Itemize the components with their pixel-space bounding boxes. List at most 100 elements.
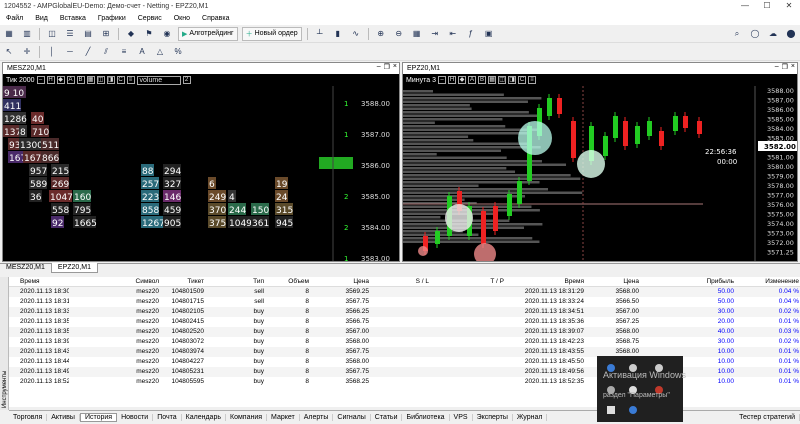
tab-alerts[interactable]: Алерты [300, 414, 334, 421]
ctrl-box[interactable]: H [46, 76, 55, 84]
profiles-icon[interactable]: ▥ [20, 28, 34, 40]
tab-mail[interactable]: Почта [153, 414, 182, 421]
tab-assets[interactable]: Активы [47, 414, 80, 421]
bar-chart-icon[interactable]: ┴ [313, 28, 327, 40]
ctrl-box[interactable]: ◆ [56, 76, 65, 84]
col-close-time[interactable]: Время [504, 277, 584, 286]
data-window-icon[interactable]: ▤ [81, 28, 95, 40]
ctrl-box[interactable]: ◨ [508, 76, 517, 84]
close-icon[interactable]: × [393, 63, 397, 71]
ctrl-box[interactable]: ≡ [126, 76, 135, 84]
zoom-in-icon[interactable]: ⊕ [374, 28, 388, 40]
strategy-tester-icon[interactable]: ⊞ [99, 28, 113, 40]
channel-icon[interactable]: ⫽ [99, 46, 113, 58]
close-icon[interactable]: × [791, 63, 795, 71]
tab-experts[interactable]: Эксперты [473, 414, 513, 421]
trendline-icon[interactable]: ╱ [81, 46, 95, 58]
col-price[interactable]: Цена [309, 277, 369, 286]
fibo-icon[interactable]: ≡ [117, 46, 131, 58]
tab-vps[interactable]: VPS [450, 414, 473, 421]
tab-mesz20[interactable]: MESZ20,M1 [0, 263, 51, 273]
menu-file[interactable]: Файл [0, 15, 29, 22]
volume-select[interactable]: volume [136, 75, 181, 85]
tab-company[interactable]: Компания [226, 414, 268, 421]
strategy-tester-tab[interactable]: Тестер стратегий [735, 414, 800, 421]
left-chart-window[interactable]: MESZ20,M1 – ❐ × Тик 2000 – H ◆ A B ▦ ◫ ◨ C ≡ volume… [2, 62, 400, 262]
market-watch-icon[interactable]: ◫ [45, 28, 59, 40]
col-profit[interactable]: Прибыль [639, 277, 735, 286]
col-type[interactable]: Тип [204, 277, 264, 286]
col-close-price[interactable]: Цена [584, 277, 639, 286]
tab-market[interactable]: Маркет [267, 414, 300, 421]
horizontal-line-icon[interactable]: ─ [63, 46, 77, 58]
ctrl-box[interactable]: C [116, 76, 125, 84]
menu-charts[interactable]: Графики [92, 15, 132, 22]
ctrl-box[interactable]: ▦ [86, 76, 95, 84]
tile-windows-icon[interactable]: ▦ [410, 28, 424, 40]
navigator-icon[interactable]: ☰ [63, 28, 77, 40]
period-icon[interactable]: % [171, 46, 185, 58]
restore-icon[interactable]: ❐ [782, 63, 788, 71]
chart-shift-icon[interactable]: ⇤ [446, 28, 460, 40]
close-icon[interactable]: ✕ [778, 0, 800, 12]
ctrl-box[interactable]: C [518, 76, 527, 84]
restore-icon[interactable]: ❐ [384, 63, 390, 71]
user-icon[interactable]: ◯ [748, 28, 762, 40]
tab-articles[interactable]: Статьи [371, 414, 403, 421]
ctrl-box[interactable]: B [76, 76, 85, 84]
menu-view[interactable]: Вид [29, 15, 54, 22]
ctrl-box[interactable]: ◆ [458, 76, 467, 84]
ctrl-box[interactable]: ▦ [488, 76, 497, 84]
algotrading-button[interactable]: ▶ Алготрейдинг [178, 26, 238, 41]
footprint-chart[interactable]: 3588.0013587.0013586.00113585.0023584.00… [3, 86, 399, 261]
table-row[interactable]: 2020.11.13 18:30:15 mesz20 104801509 sell 8 3… [9, 287, 800, 297]
one-click-icon[interactable]: ⚑ [142, 28, 156, 40]
ctrl-box[interactable]: H [448, 76, 457, 84]
col-change[interactable]: Изменение [734, 277, 799, 286]
col-time[interactable]: Время [9, 277, 69, 286]
signal-icon[interactable]: ◉ [160, 28, 174, 40]
menu-help[interactable]: Справка [196, 15, 235, 22]
search-icon[interactable]: ⌕ [730, 28, 744, 40]
vertical-line-icon[interactable]: │ [45, 46, 59, 58]
tab-epz20[interactable]: EPZ20,M1 [50, 263, 98, 273]
shapes-icon[interactable]: △ [153, 46, 167, 58]
toolbox-side-panel[interactable]: Инструменты [0, 277, 9, 410]
zoom-out-icon[interactable]: ⊖ [392, 28, 406, 40]
tab-library[interactable]: Библиотека [402, 414, 450, 421]
tab-journal[interactable]: Журнал [513, 414, 548, 421]
ctrl-box[interactable]: ◫ [96, 76, 105, 84]
editor-icon[interactable]: ◆ [124, 28, 138, 40]
table-row[interactable]: 2020.11.13 18:39:22 mesz20 104803072 buy 8 35… [9, 337, 800, 347]
candle-chart[interactable]: 3588.003587.003586.003585.003584.003583.… [403, 86, 797, 261]
minimize-icon[interactable]: – [377, 63, 381, 71]
maximize-icon[interactable]: ☐ [756, 0, 778, 12]
tab-signals[interactable]: Сигналы [333, 414, 371, 421]
col-symbol[interactable]: Символ [69, 277, 159, 286]
new-order-button[interactable]: ＋ Новый ордер [241, 26, 302, 41]
col-volume[interactable]: Объем [264, 277, 309, 286]
table-row[interactable]: 2020.11.13 18:35:12 mesz20 104802415 buy 8 35… [9, 317, 800, 327]
indicators-icon[interactable]: ƒ [464, 28, 478, 40]
ctrl-box[interactable]: – [438, 76, 447, 84]
table-row[interactable]: 2020.11.13 18:33:59 mesz20 104802105 buy 8 35… [9, 307, 800, 317]
right-chart-window[interactable]: EPZ20,M1 – ❐ × Минута 3 – H ◆ A B ▦ ◫ ◨ C ≡ 3588.00… [402, 62, 798, 262]
col-ticket[interactable]: Тикет [159, 277, 204, 286]
ctrl-box[interactable]: – [36, 76, 45, 84]
col-sl[interactable]: S / L [369, 277, 429, 286]
tab-trade[interactable]: Торговля [9, 414, 48, 421]
left-count[interactable]: 2000 [19, 77, 35, 84]
cursor-icon[interactable]: ↖ [2, 46, 16, 58]
tab-calendar[interactable]: Календарь [182, 414, 226, 421]
new-chart-icon[interactable]: ▦ [2, 28, 16, 40]
col-tp[interactable]: T / P [429, 277, 504, 286]
ctrl-box[interactable]: B [478, 76, 487, 84]
templates-icon[interactable]: ▣ [482, 28, 496, 40]
line-chart-icon[interactable]: ∿ [349, 28, 363, 40]
tray-popup[interactable] [597, 356, 683, 422]
tab-history[interactable]: История [79, 413, 118, 422]
crosshair-icon[interactable]: ✛ [20, 46, 34, 58]
ctrl-box[interactable]: ≡ [528, 76, 537, 84]
menu-window[interactable]: Окно [168, 15, 196, 22]
ctrl-box[interactable]: 2 [182, 76, 191, 84]
